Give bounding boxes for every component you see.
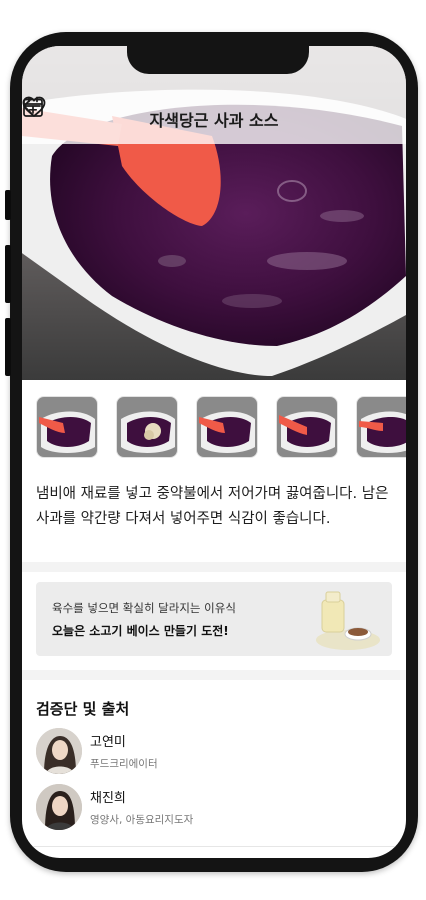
avatar (36, 728, 82, 774)
promo-subtitle: 육수를 넣으면 확실히 달라지는 이유식 (52, 601, 236, 615)
thumbnail-image (357, 397, 406, 457)
phone-side-button (5, 190, 11, 220)
phone-volume-up-button (5, 245, 11, 303)
verification-section-title: 검증단 및 출처 (36, 700, 130, 718)
app-screen: 자색당근 사과 소스 냄비애 재료를 넣고 중약불에서 저어가며 끓여줍니다. … (22, 46, 406, 858)
section-divider (22, 562, 406, 572)
person-photo (36, 728, 82, 774)
calendar-add-icon (23, 96, 43, 117)
verifier-role: 푸드크리에이터 (90, 758, 158, 770)
step-thumbnail-strip (36, 396, 406, 458)
phone-volume-down-button (5, 318, 11, 376)
top-app-bar: 자색당근 사과 소스 (22, 96, 406, 142)
thumbnail-image (37, 397, 97, 457)
person-photo (36, 784, 82, 830)
thumbnail-image (197, 397, 257, 457)
avatar (36, 784, 82, 830)
section-divider (22, 670, 406, 680)
favorite-button[interactable] (22, 96, 360, 134)
verifier-name: 고연미 (90, 735, 126, 750)
step-thumbnail-2[interactable] (116, 396, 178, 458)
thumbnail-image (277, 397, 337, 457)
step-thumbnail-5[interactable] (356, 396, 406, 458)
promo-banner[interactable]: 육수를 넣으면 확실히 달라지는 이유식 오늘은 소고기 베이스 만들기 도전! (36, 582, 392, 656)
step-thumbnail-1[interactable] (36, 396, 98, 458)
promo-title: 오늘은 소고기 베이스 만들기 도전! (52, 624, 229, 638)
hero-image: 자색당근 사과 소스 (22, 46, 406, 380)
bottom-divider (22, 846, 406, 847)
verifier-item[interactable]: 채진희 영양사, 아동요리지도자 (36, 784, 193, 830)
thumbnail-image (117, 397, 177, 457)
verifier-item[interactable]: 고연미 푸드크리에이터 (36, 728, 158, 774)
phone-notch (127, 36, 309, 74)
step-thumbnail-4[interactable] (276, 396, 338, 458)
broth-jug-illustration (316, 591, 380, 650)
add-to-calendar-button[interactable] (23, 96, 396, 134)
verifier-role: 영양사, 아동요리지도자 (90, 814, 194, 826)
step-description: 냄비애 재료를 넣고 중약불에서 저어가며 끓여줍니다. 남은 사과를 약간량 … (36, 486, 389, 527)
step-thumbnail-3[interactable] (196, 396, 258, 458)
verifier-name: 채진희 (90, 791, 126, 806)
